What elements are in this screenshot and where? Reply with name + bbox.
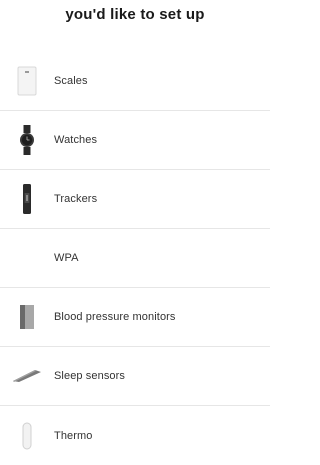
device-type-list: Scales Watches Trackers WPA Blood pressu… (0, 52, 270, 465)
device-item-label: Sleep sensors (54, 370, 126, 382)
device-item-label: Trackers (54, 193, 98, 205)
blood-pressure-monitor-icon (0, 297, 54, 337)
page-title: you'd like to set up (65, 6, 205, 23)
device-item-watches[interactable]: Watches (0, 111, 270, 170)
device-item-wpa[interactable]: WPA (0, 229, 270, 288)
thermometer-icon (0, 416, 54, 456)
device-item-label: WPA (54, 252, 79, 264)
device-item-scales[interactable]: Scales (0, 52, 270, 111)
device-item-sleep-sensors[interactable]: Sleep sensors (0, 347, 270, 406)
watch-icon (0, 120, 54, 160)
tracker-icon (0, 179, 54, 219)
device-item-trackers[interactable]: Trackers (0, 170, 270, 229)
device-item-label: Blood pressure monitors (54, 311, 176, 323)
device-item-blood-pressure-monitors[interactable]: Blood pressure monitors (0, 288, 270, 347)
device-item-label: Thermo (54, 429, 93, 442)
wpa-icon-placeholder (0, 238, 54, 278)
sleep-sensor-icon (0, 356, 54, 396)
device-item-label: Scales (54, 75, 88, 87)
device-item-label: Watches (54, 134, 98, 146)
device-item-thermo[interactable]: Thermo (0, 406, 270, 465)
scale-icon (0, 61, 54, 101)
